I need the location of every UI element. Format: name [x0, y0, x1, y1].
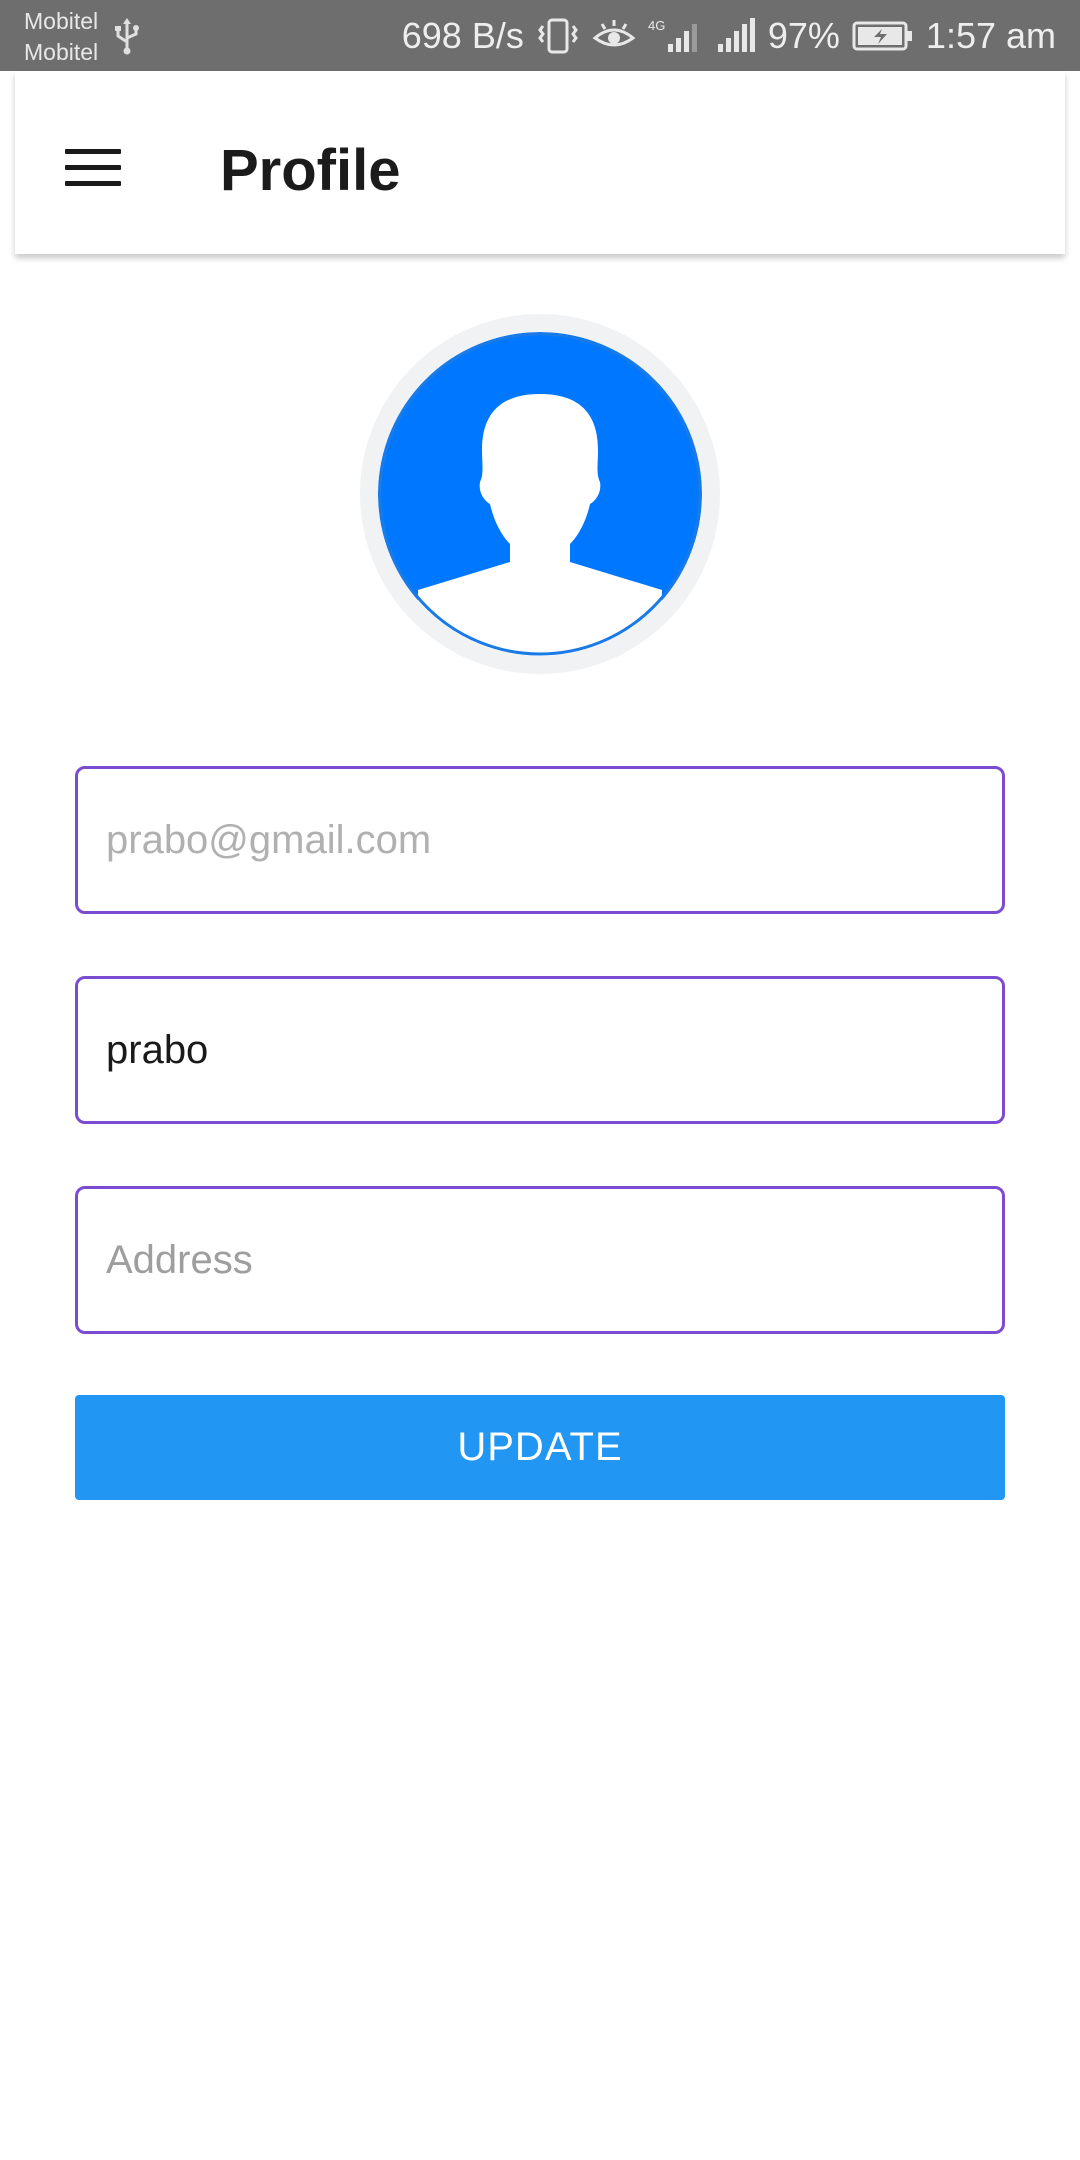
net-speed: 698 B/s	[401, 14, 524, 56]
network-type-label: 4G	[648, 18, 665, 33]
address-field[interactable]	[75, 1186, 1005, 1334]
page-title: Profile	[220, 138, 401, 203]
email-input[interactable]	[106, 817, 1002, 863]
carrier-2: Mobitel	[24, 39, 99, 65]
vibrate-icon	[536, 16, 580, 56]
status-icons: 698 B/s 4G 97% 1:57 am	[402, 0, 1056, 71]
carrier-1: Mobitel	[24, 8, 99, 34]
name-field[interactable]	[75, 976, 1005, 1124]
hamburger-menu-button[interactable]	[65, 141, 135, 197]
hamburger-icon-line	[65, 149, 121, 154]
eye-comfort-icon	[592, 16, 636, 56]
hamburger-icon-line	[65, 181, 121, 186]
update-button[interactable]: UPDATE	[75, 1395, 1005, 1500]
signal-4g-icon: 4G	[648, 16, 704, 56]
profile-screen: Mobitel Mobitel 698 B/s 4G 97% 1:57 am P…	[0, 0, 1080, 2160]
email-field[interactable]	[75, 766, 1005, 914]
address-input[interactable]	[106, 1237, 1002, 1283]
person-silhouette-icon	[378, 332, 702, 656]
avatar[interactable]	[360, 314, 720, 674]
clock: 1:57 am	[925, 14, 1056, 56]
name-input[interactable]	[106, 1027, 1002, 1073]
carrier-names: Mobitel Mobitel	[24, 6, 98, 68]
battery-charging-icon	[852, 19, 914, 53]
usb-icon	[114, 16, 140, 61]
status-bar: Mobitel Mobitel 698 B/s 4G 97% 1:57 am	[0, 0, 1080, 71]
hamburger-icon-line	[65, 165, 121, 170]
app-bar: Profile	[15, 71, 1065, 254]
battery-percent: 97%	[767, 14, 840, 56]
signal-icon	[716, 16, 756, 56]
